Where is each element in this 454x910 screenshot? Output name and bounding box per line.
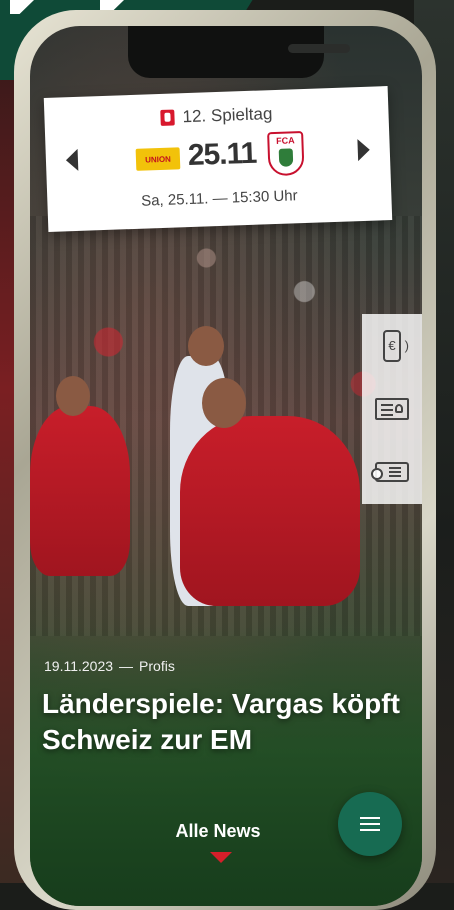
match-card[interactable]: 12. Spieltag UNION 25.11 FCA Sa, 25.11. … xyxy=(43,86,393,232)
match-score: 25.11 xyxy=(187,136,257,173)
payment-button[interactable]: € xyxy=(372,328,412,364)
home-team-logo-text: UNION xyxy=(144,154,172,165)
away-team-crest-icon xyxy=(278,148,294,167)
id-card-icon xyxy=(375,397,409,420)
photo-teammate-head xyxy=(56,376,90,416)
photo-teammate-player xyxy=(30,406,130,576)
next-arrow-icon[interactable] xyxy=(357,138,371,162)
app-screen: 12. Spieltag UNION 25.11 FCA Sa, 25.11. … xyxy=(30,26,422,906)
news-category[interactable]: Profis xyxy=(139,658,175,674)
league-icon xyxy=(160,109,175,126)
match-datetime: Sa, 25.11. — 15:30 Uhr xyxy=(140,187,298,210)
phone-notch xyxy=(128,26,350,78)
news-headline[interactable]: Länderspiele: Vargas köpft Schweiz zur E… xyxy=(42,686,402,758)
away-team-logo-text: FCA xyxy=(275,135,295,146)
matchday-row: 12. Spieltag xyxy=(44,100,388,132)
matchday-label: 12. Spieltag xyxy=(182,104,273,127)
score-row: UNION 25.11 FCA xyxy=(45,130,390,186)
away-team-logo: FCA xyxy=(267,131,305,177)
photo-opponent-head xyxy=(188,326,224,366)
news-separator: — xyxy=(119,658,134,674)
membership-card-button[interactable] xyxy=(372,391,412,427)
news-meta: 19.11.2023 — Profis xyxy=(44,658,175,674)
side-toolbar: € xyxy=(362,314,422,504)
menu-button[interactable] xyxy=(338,792,402,856)
photo-celebrating-player xyxy=(180,416,360,606)
ticket-icon xyxy=(371,462,409,483)
payment-phone-icon: € xyxy=(383,329,409,362)
caret-down-icon[interactable] xyxy=(210,852,232,863)
menu-icon xyxy=(360,817,380,831)
home-team-logo: UNION xyxy=(135,147,181,171)
prev-arrow-icon[interactable] xyxy=(65,148,79,172)
phone-speaker xyxy=(288,44,350,53)
news-date: 19.11.2023 xyxy=(44,658,114,674)
tickets-button[interactable] xyxy=(371,454,412,490)
photo-celebrating-head xyxy=(202,378,246,428)
